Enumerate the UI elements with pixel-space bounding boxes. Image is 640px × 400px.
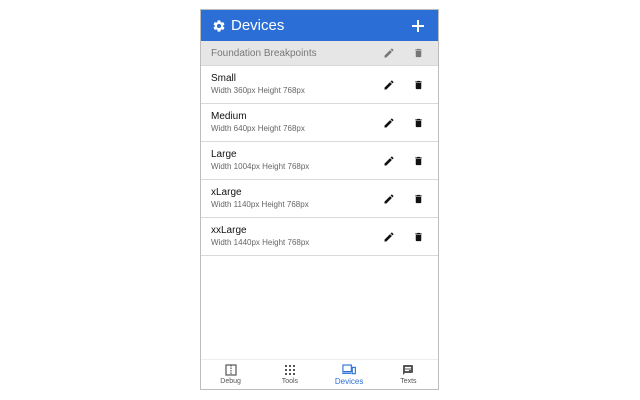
device-name: xxLarge bbox=[211, 225, 247, 236]
edit-device-button[interactable] bbox=[381, 153, 397, 169]
nav-label: Devices bbox=[334, 377, 364, 386]
add-device-button[interactable] bbox=[408, 16, 428, 36]
delete-device-button[interactable] bbox=[410, 229, 426, 245]
delete-group-button[interactable] bbox=[410, 45, 426, 61]
edit-device-button[interactable] bbox=[381, 115, 397, 131]
delete-device-button[interactable] bbox=[410, 153, 426, 169]
device-name: Medium bbox=[211, 111, 247, 122]
list-item[interactable]: Medium Width 640px Height 768px bbox=[201, 104, 438, 142]
trash-icon bbox=[414, 232, 422, 241]
list-item[interactable]: xLarge Width 1140px Height 768px bbox=[201, 180, 438, 218]
device-dimensions: Width 1140px Height 768px bbox=[211, 200, 309, 209]
list-item[interactable]: xxLarge Width 1440px Height 768px bbox=[201, 218, 438, 256]
trash-icon bbox=[414, 80, 422, 89]
edit-group-button[interactable] bbox=[381, 45, 397, 61]
pencil-icon bbox=[384, 231, 394, 241]
plus-icon bbox=[412, 19, 424, 32]
group-row-foundation[interactable]: Foundation Breakpoints bbox=[201, 41, 438, 66]
device-dimensions: Width 640px Height 768px bbox=[211, 124, 305, 133]
device-name: xLarge bbox=[211, 187, 242, 198]
delete-device-button[interactable] bbox=[410, 191, 426, 207]
nav-label: Texts bbox=[400, 378, 417, 385]
nav-label: Debug bbox=[220, 378, 241, 385]
list-item[interactable]: Small Width 360px Height 768px bbox=[201, 66, 438, 104]
pencil-icon bbox=[384, 155, 394, 165]
nav-item-devices[interactable]: Devices bbox=[320, 360, 379, 389]
edit-device-button[interactable] bbox=[381, 191, 397, 207]
group-label: Foundation Breakpoints bbox=[211, 47, 317, 59]
device-dimensions: Width 360px Height 768px bbox=[211, 86, 305, 95]
nav-item-tools[interactable]: Tools bbox=[260, 360, 319, 389]
trash-icon bbox=[414, 194, 422, 203]
trash-icon bbox=[414, 48, 422, 58]
split-panel-icon bbox=[224, 364, 238, 376]
pencil-icon bbox=[384, 193, 394, 203]
delete-device-button[interactable] bbox=[410, 115, 426, 131]
nav-label: Tools bbox=[281, 378, 299, 385]
app-panel: Devices Foundation Breakpoints Small Wid… bbox=[200, 9, 439, 390]
nav-item-debug[interactable]: Debug bbox=[201, 360, 260, 389]
nav-item-texts[interactable]: Texts bbox=[379, 360, 438, 389]
device-dimensions: Width 1440px Height 768px bbox=[211, 238, 310, 247]
pencil-icon bbox=[384, 117, 394, 127]
device-dimensions: Width 1004px Height 768px bbox=[211, 162, 310, 171]
edit-device-button[interactable] bbox=[381, 229, 397, 245]
app-header: Devices bbox=[201, 10, 438, 41]
trash-icon bbox=[414, 118, 422, 127]
devices-icon bbox=[342, 363, 357, 375]
pencil-icon bbox=[384, 48, 394, 58]
grid-icon bbox=[283, 364, 297, 376]
message-icon bbox=[401, 364, 415, 376]
pencil-icon bbox=[384, 79, 394, 89]
device-list: Small Width 360px Height 768px Medium Wi… bbox=[201, 66, 438, 256]
list-item[interactable]: Large Width 1004px Height 768px bbox=[201, 142, 438, 180]
device-name: Small bbox=[211, 73, 237, 84]
device-name: Large bbox=[211, 149, 237, 160]
edit-device-button[interactable] bbox=[381, 77, 397, 93]
bottom-nav: Debug Tools Devices Texts bbox=[201, 359, 438, 389]
page-title: Devices bbox=[231, 17, 285, 34]
gear-icon bbox=[212, 19, 226, 33]
trash-icon bbox=[414, 156, 422, 165]
delete-device-button[interactable] bbox=[410, 77, 426, 93]
